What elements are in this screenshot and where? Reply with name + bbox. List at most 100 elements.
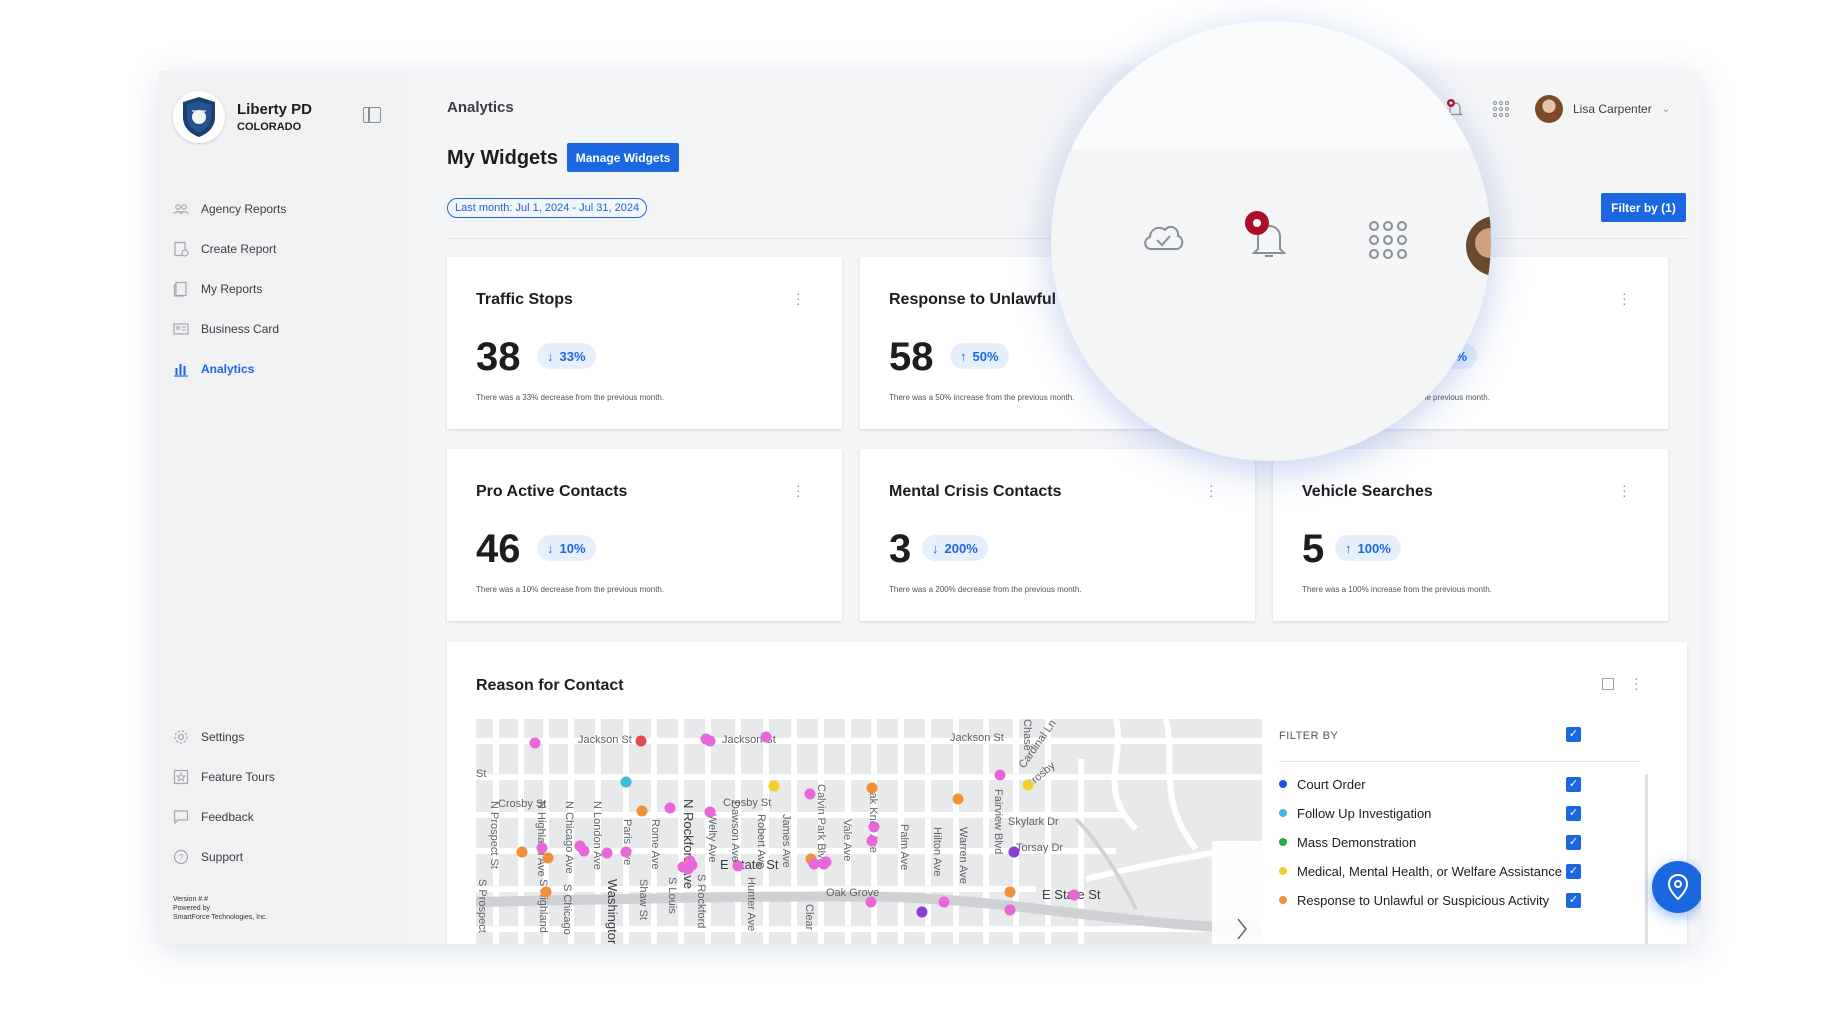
card-title: Traffic Stops (476, 291, 573, 308)
map-marker[interactable] (636, 805, 648, 817)
more-options-icon[interactable]: · · · (796, 286, 801, 310)
map-marker[interactable] (808, 858, 820, 870)
filter-by-button[interactable]: Filter by (1) (1601, 193, 1686, 222)
response-unlawful-checkbox[interactable]: ✓ (1566, 893, 1581, 908)
map-marker[interactable] (516, 846, 528, 858)
change-value: 200% (944, 540, 978, 556)
widget-card-pro-active-contacts: Pro Active Contacts · · · 46 ↓ 10% There wa… (447, 449, 842, 621)
change-value: 100% (1357, 540, 1391, 556)
sidebar-item-label: Analytics (201, 362, 255, 376)
expand-icon[interactable] (1602, 678, 1614, 690)
street-label: Dawson Ave (729, 801, 741, 862)
map-marker[interactable] (704, 806, 716, 818)
sidebar-item-business-card[interactable]: Business Card (173, 309, 286, 349)
map-marker[interactable] (1004, 904, 1016, 916)
map-marker[interactable] (620, 846, 632, 858)
cloud-sync-icon[interactable] (1141, 219, 1185, 260)
date-range-chip[interactable]: Last month: Jul 1, 2024 - Jul 31, 2024 (447, 198, 648, 218)
street-label: James Ave (780, 814, 792, 868)
map-marker[interactable] (704, 735, 716, 747)
map-marker[interactable] (620, 776, 632, 788)
medical-checkbox[interactable]: ✓ (1566, 864, 1581, 879)
card-value: 46 (476, 527, 521, 571)
street-label: Welty Ave (706, 814, 718, 863)
map-marker[interactable] (1068, 889, 1080, 901)
map-marker[interactable] (916, 906, 928, 918)
gear-icon (173, 729, 189, 745)
map-marker[interactable] (529, 737, 541, 749)
change-badge: ↓ 200% (922, 535, 988, 561)
map-marker[interactable] (820, 856, 832, 868)
court-order-checkbox[interactable]: ✓ (1566, 777, 1581, 792)
sidebar-item-label: Create Report (201, 242, 277, 256)
map-marker[interactable] (578, 845, 590, 857)
brand: Liberty PD COLORADO (173, 91, 312, 143)
map-marker[interactable] (601, 847, 613, 859)
more-options-icon[interactable]: · · · (796, 478, 801, 502)
sidebar-item-support[interactable]: ? Support (173, 837, 275, 877)
notification-bell-icon-magnified[interactable] (1241, 211, 1291, 266)
card-description: There was a 100% increase from the previ… (1302, 585, 1492, 594)
sidebar-item-settings[interactable]: Settings (173, 717, 275, 757)
street-label: N Highland Ave (535, 801, 547, 877)
map-marker[interactable] (1022, 779, 1034, 791)
collapse-sidebar-icon[interactable] (363, 107, 381, 123)
manage-widgets-button[interactable]: Manage Widgets (567, 143, 679, 172)
more-options-icon[interactable]: · · · (1634, 671, 1639, 695)
sidebar-item-analytics[interactable]: Analytics (173, 349, 286, 389)
filter-row-follow-up: Follow Up Investigation (1279, 803, 1431, 823)
map-marker[interactable] (994, 769, 1006, 781)
sidebar-item-feedback[interactable]: Feedback (173, 797, 275, 837)
street-label: N Chicago Ave (563, 801, 575, 874)
map-marker[interactable] (868, 821, 880, 833)
magnified-topbar (1051, 21, 1491, 149)
chat-icon (173, 809, 189, 825)
map-marker[interactable] (1004, 886, 1016, 898)
sidebar-item-create-report[interactable]: Create Report (173, 229, 286, 269)
map-marker[interactable] (540, 886, 552, 898)
more-options-icon[interactable]: · · · (1622, 286, 1627, 310)
map-marker[interactable] (865, 896, 877, 908)
map-marker[interactable] (536, 842, 548, 854)
map-marker[interactable] (760, 731, 772, 743)
change-badge: ↑ 100% (1335, 535, 1401, 561)
map-marker[interactable] (664, 802, 676, 814)
street-label: S Chicago (561, 884, 573, 935)
change-value: 50% (972, 348, 999, 364)
card-description: There was a 33% decrease from the previo… (476, 393, 665, 402)
map-marker[interactable] (938, 896, 950, 908)
apps-grid-icon-magnified[interactable] (1369, 221, 1407, 259)
map-marker[interactable] (1008, 846, 1020, 858)
sidebar-item-agency-reports[interactable]: Agency Reports (173, 189, 286, 229)
sidebar-item-my-reports[interactable]: My Reports (173, 269, 286, 309)
map-marker[interactable] (866, 782, 878, 794)
map-marker[interactable] (768, 780, 780, 792)
filter-row-response-unlawful: Response to Unlawful or Suspicious Activ… (1279, 890, 1549, 910)
more-options-icon[interactable]: · · · (1209, 478, 1214, 502)
map-marker[interactable] (804, 788, 816, 800)
select-all-checkbox[interactable]: ✓ (1566, 727, 1581, 742)
card-value: 3 (889, 527, 912, 571)
street-label: Rome Ave (649, 819, 661, 870)
contact-map[interactable]: Jackson St Jackson St Jackson St Crosby St C… (476, 719, 1262, 944)
card-title: Mental Crisis Contacts (889, 483, 1062, 500)
map-pin-icon (1667, 873, 1689, 901)
filter-label: Follow Up Investigation (1297, 805, 1432, 821)
user-menu[interactable]: Lisa Carpenter ⌄ (1535, 95, 1670, 123)
map-marker[interactable] (635, 735, 647, 747)
widgets-title: My Widgets (447, 147, 558, 169)
map-canvas[interactable]: Jackson St Jackson St Jackson StCrosby St C… (476, 719, 1262, 944)
map-marker[interactable] (686, 859, 698, 871)
more-options-icon[interactable]: · · · (1622, 478, 1627, 502)
map-marker[interactable] (952, 793, 964, 805)
filter-label: Mass Demonstration (1297, 834, 1417, 850)
filter-scrollbar[interactable] (1645, 774, 1648, 944)
map-marker[interactable] (542, 852, 554, 864)
sidebar-item-feature-tours[interactable]: Feature Tours (173, 757, 275, 797)
map-marker[interactable] (866, 835, 878, 847)
location-pin-button[interactable] (1652, 861, 1701, 913)
mass-demonstration-checkbox[interactable]: ✓ (1566, 835, 1581, 850)
follow-up-checkbox[interactable]: ✓ (1566, 806, 1581, 821)
apps-grid-icon[interactable] (1493, 101, 1509, 117)
map-marker[interactable] (732, 860, 744, 872)
